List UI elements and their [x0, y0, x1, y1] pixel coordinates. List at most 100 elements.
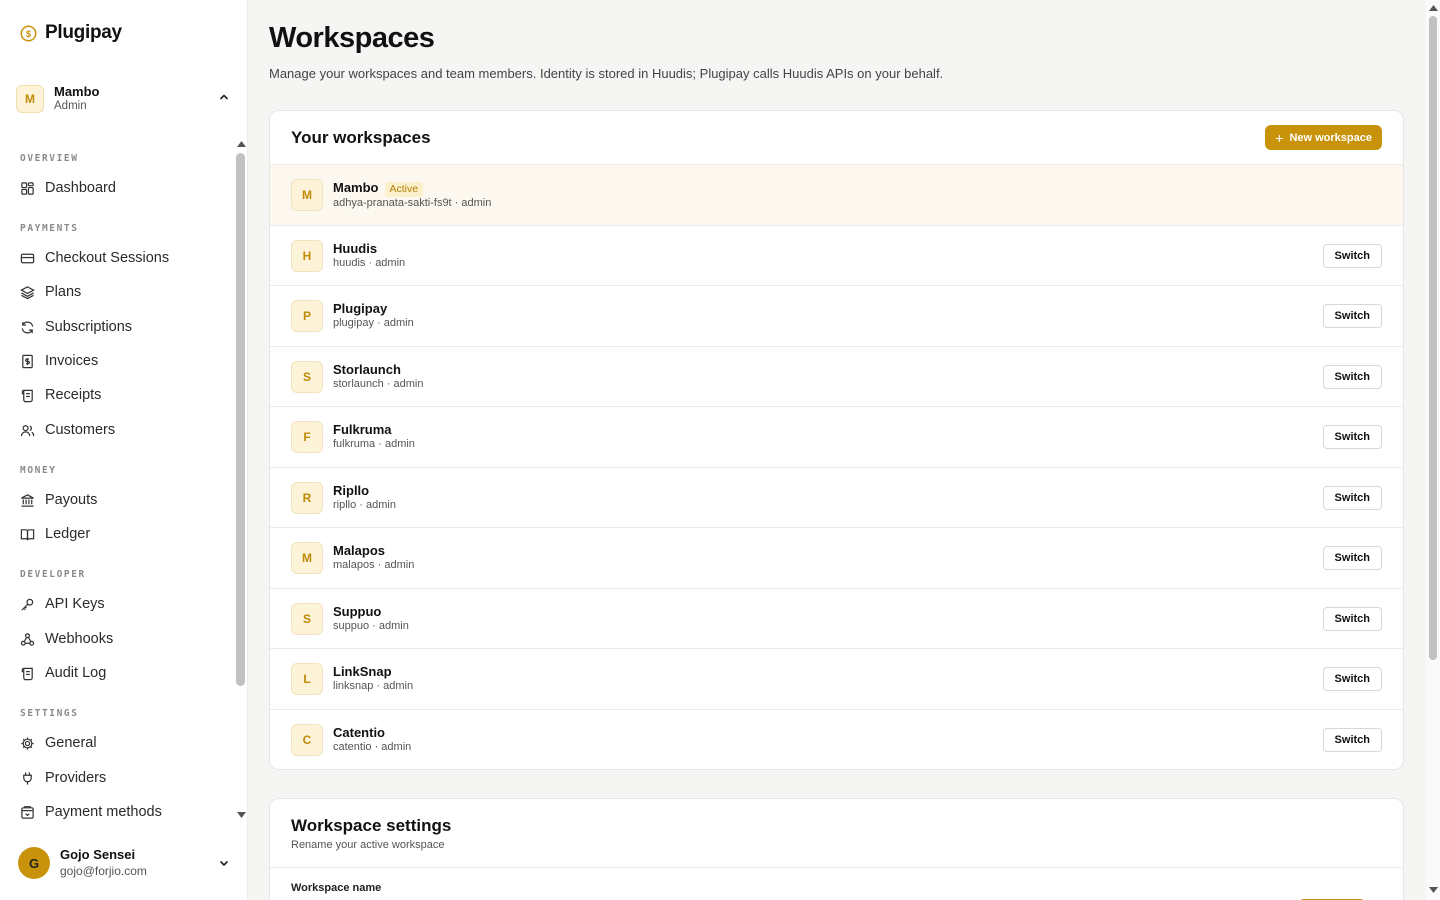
- workspace-avatar: M: [291, 179, 323, 211]
- sidebar-item-dashboard[interactable]: Dashboard: [12, 173, 222, 203]
- scroll-icon: [21, 667, 33, 680]
- workspace-row[interactable]: F Fulkruma fulkruma · admin Switch: [270, 407, 1403, 468]
- new-workspace-label: New workspace: [1289, 131, 1372, 144]
- workspace-name: LinkSnap: [333, 664, 392, 679]
- user-name: Gojo Sensei: [60, 846, 136, 862]
- grid-icon: [21, 181, 34, 195]
- main-content: Workspaces Manage your workspaces and te…: [248, 0, 1426, 900]
- sidebar-item-invoices[interactable]: Invoices: [12, 346, 222, 376]
- switch-button[interactable]: Switch: [1322, 667, 1382, 691]
- sidebar-item-label: Payment methods: [45, 804, 162, 820]
- status-badge: Active: [384, 182, 424, 198]
- workspace-row[interactable]: M Malapos malapos · admin Switch: [270, 528, 1403, 589]
- workspace-row[interactable]: S Storlaunch storlaunch · admin Switch: [270, 347, 1403, 407]
- sidebar-item-plans[interactable]: Plans: [12, 277, 222, 307]
- workspace-name: Mambo: [54, 84, 100, 100]
- chevron-down-icon[interactable]: [218, 857, 230, 869]
- sidebar-item-label: General: [45, 735, 97, 751]
- workspace-meta: ripllo · admin: [333, 498, 396, 511]
- workspace-row[interactable]: L LinkSnap linksnap · admin Switch: [270, 649, 1403, 710]
- workspace-row[interactable]: C Catentio catentio · admin Switch: [270, 710, 1403, 770]
- svg-text:$: $: [26, 28, 32, 38]
- sidebar-item-payment-methods[interactable]: Payment methods: [12, 797, 222, 827]
- switch-button[interactable]: Switch: [1322, 304, 1382, 328]
- scroll-up-arrow-icon[interactable]: [1428, 4, 1438, 12]
- sidebar-item-general[interactable]: General: [12, 728, 222, 758]
- page-scroll-thumb[interactable]: [1429, 16, 1437, 660]
- workspace-meta: huudis · admin: [333, 256, 406, 269]
- sidebar-item-label: API Keys: [45, 596, 105, 612]
- workspace-name-label: Workspace name: [291, 882, 382, 894]
- sidebar-item-label: Invoices: [45, 353, 99, 369]
- sidebar-item-receipts[interactable]: Receipts: [12, 380, 222, 410]
- sidebar-item-label: Receipts: [45, 387, 102, 403]
- sidebar-item-webhooks[interactable]: Webhooks: [12, 624, 222, 654]
- workspace-name: Ripllo: [333, 482, 370, 498]
- workspace-name: Fulkruma: [333, 422, 392, 437]
- scroll-down-arrow-icon[interactable]: [236, 811, 246, 819]
- scroll-up-arrow-icon[interactable]: [236, 140, 246, 148]
- switch-button[interactable]: Switch: [1322, 606, 1382, 631]
- sidebar-item-label: Checkout Sessions: [45, 250, 170, 266]
- workspace-avatar: S: [291, 360, 323, 393]
- sidebar-item-providers[interactable]: Providers: [12, 763, 222, 793]
- switch-button[interactable]: Switch: [1322, 727, 1382, 752]
- sidebar-item-label: Customers: [45, 422, 116, 438]
- sidebar-scroll-thumb[interactable]: [236, 153, 245, 686]
- sidebar-item-label: Webhooks: [45, 631, 114, 647]
- workspaces-card: Your workspaces + New workspace M Mambo A…: [269, 110, 1404, 770]
- sidebar-item-checkout-sessions[interactable]: Checkout Sessions: [12, 243, 222, 273]
- workspace-row-active[interactable]: M Mambo Active adhya-pranata-sakti-fs9t ·…: [270, 165, 1403, 226]
- sidebar-item-customers[interactable]: Customers: [12, 415, 222, 445]
- workspace-avatar: S: [291, 602, 323, 635]
- sidebar-item-subscriptions[interactable]: Subscriptions: [12, 312, 222, 342]
- workspace-meta: storlaunch · admin: [333, 377, 424, 390]
- workspace-meta: adhya-pranata-sakti-fs9t · admin: [333, 197, 492, 210]
- workspace-row[interactable]: H Huudis huudis · admin Switch: [270, 226, 1403, 286]
- workspace-meta: suppuo · admin: [333, 619, 409, 632]
- sidebar-item-label: Audit Log: [45, 665, 107, 681]
- workspace-settings-card: Workspace settings Rename your active wo…: [269, 798, 1404, 900]
- workspace-row[interactable]: S Suppuo suppuo · admin Switch: [270, 589, 1403, 649]
- brand[interactable]: $ Plugipay: [20, 22, 122, 44]
- nav-section-settings: SETTINGS: [20, 708, 79, 719]
- sidebar-item-api-keys[interactable]: API Keys: [12, 589, 222, 619]
- sidebar-item-label: Ledger: [45, 526, 91, 542]
- sidebar-nav: OVERVIEW Dashboard PAYMENTS Checkout Ses…: [0, 138, 234, 828]
- workspace-row[interactable]: R Ripllo ripllo · admin Switch: [270, 468, 1403, 528]
- workspace-switcher[interactable]: M Mambo Admin: [16, 83, 232, 115]
- workspace-name: Catentio: [333, 724, 385, 740]
- user-menu[interactable]: G Gojo Sensei gojo@forjio.com: [18, 843, 232, 883]
- sidebar-item-audit-log[interactable]: Audit Log: [12, 658, 222, 688]
- workspace-name: Huudis: [333, 240, 378, 256]
- workspace-row[interactable]: P Plugipay plugipay · admin Switch: [270, 286, 1403, 347]
- page-subtitle: Manage your workspaces and team members.…: [269, 66, 944, 81]
- workspace-avatar: C: [291, 723, 323, 756]
- sidebar: $ Plugipay M Mambo Admin OVERVIEW Dashbo…: [0, 0, 248, 900]
- workspace-name: Malapos: [333, 543, 386, 558]
- workspace-meta: plugipay · admin: [333, 317, 414, 330]
- workspace-avatar: R: [291, 481, 323, 514]
- workspace-avatar: M: [291, 542, 323, 574]
- workspace-name: Suppuo: [333, 603, 382, 619]
- sidebar-scrollbar[interactable]: [234, 138, 248, 828]
- switch-button[interactable]: Switch: [1322, 243, 1382, 268]
- dollar-coin-icon: $: [20, 25, 37, 41]
- sidebar-item-payouts[interactable]: Payouts: [12, 485, 222, 515]
- new-workspace-button[interactable]: + New workspace: [1265, 125, 1382, 150]
- webhook-icon: [20, 632, 35, 646]
- switch-button[interactable]: Switch: [1322, 425, 1382, 449]
- page-scrollbar[interactable]: [1426, 0, 1440, 900]
- workspace-avatar: H: [291, 239, 323, 272]
- sidebar-item-ledger[interactable]: Ledger: [12, 519, 222, 549]
- plug-icon: [23, 771, 32, 785]
- plus-icon: +: [1275, 129, 1284, 146]
- switch-button[interactable]: Switch: [1322, 485, 1382, 510]
- sidebar-item-label: Providers: [45, 770, 107, 786]
- switch-button[interactable]: Switch: [1322, 546, 1382, 570]
- switch-button[interactable]: Switch: [1322, 364, 1382, 389]
- workspace-avatar: P: [291, 300, 323, 332]
- gear-icon: [21, 736, 34, 750]
- scroll-down-arrow-icon[interactable]: [1428, 886, 1438, 894]
- chevron-up-icon[interactable]: [218, 91, 230, 103]
